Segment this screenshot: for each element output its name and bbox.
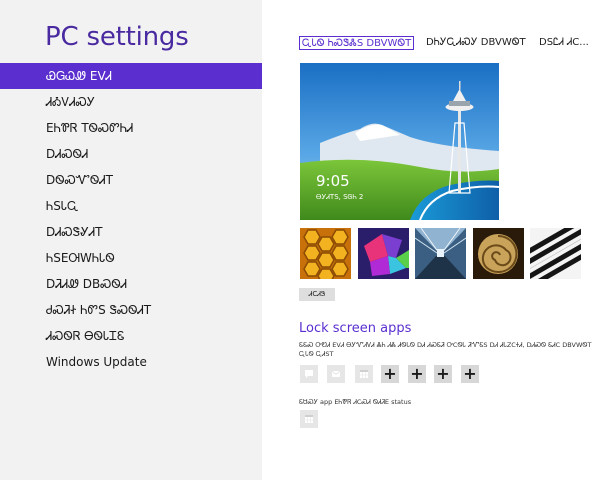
mail-icon (331, 370, 341, 377)
category-notifications[interactable]: EᏂᏈᏒ TᏫᏍᏛᏂᏗ (0, 115, 262, 141)
category-ease-of-access[interactable]: DᏘᏗᏪ DBᏍᏫᏗ (0, 271, 262, 297)
detailed-status-app[interactable] (300, 410, 318, 428)
thumbnail-nautilus-shell[interactable] (473, 228, 524, 279)
category-general[interactable]: ᏂSᏓᏩ (0, 193, 262, 219)
category-privacy[interactable]: DᏗᏍᏕᎽᏗT (0, 219, 262, 245)
category-search[interactable]: DᏗᏍᏫᏗ (0, 141, 262, 167)
category-share[interactable]: DᏫᏍᏉᏫᏗT (0, 167, 262, 193)
add-lock-app-button[interactable]: + (434, 365, 452, 383)
add-lock-app-button[interactable]: + (408, 365, 426, 383)
category-devices[interactable]: ᏂSEᎺWᏂᏓᏫ (0, 245, 262, 271)
preview-time: 9:05 (316, 172, 350, 190)
tab-lock-screen[interactable]: ᏩᏓᏫ ᏂᏍᏕᏜS DBVWᏫT (299, 36, 415, 50)
category-sync-settings[interactable]: ᏧᏍᏘᏐ ᏂᏛS ᏕᏍᏫᏗT (0, 297, 262, 323)
categories-pane: PC settings ᏯᏀᏇᏪ EVᏗ ᏗᎣᏙᏗᏍᎩ EᏂᏈᏒ TᏫᏍᏛᏂᏗ … (0, 0, 262, 480)
lock-app-calendar[interactable] (355, 365, 373, 383)
lock-app-messaging[interactable] (300, 365, 318, 383)
thumbnail-colored-tiles[interactable] (358, 228, 409, 279)
category-users[interactable]: ᏗᎣᏙᏗᏍᎩ (0, 89, 262, 115)
preview-date: ᎾᎩᏗTS, SᎶᏂ 2 (316, 193, 364, 201)
category-personalize[interactable]: ᏯᏀᏇᏪ EVᏗ (0, 63, 262, 89)
lock-screen-preview: 9:05 ᎾᎩᏗTS, SᎶᏂ 2 (300, 63, 499, 220)
lock-app-mail[interactable] (327, 365, 345, 383)
thumbnail-station[interactable] (415, 228, 466, 279)
tab-start-screen[interactable]: DᏂᎩᏩᏗᏍᎩ DBVWᏫT (424, 36, 528, 50)
calendar-icon (305, 415, 313, 423)
add-lock-app-button[interactable]: + (381, 365, 399, 383)
browse-button[interactable]: ᏗCᏗᏕ (299, 288, 335, 301)
lock-screen-apps-description: ᏋᏋᏍ ᎤᏬᏗ EVᏗ ᎾᎩᏉᏗᏙᏗ ᏜᏂ ᏗᏜ ᏗᏫᏓᏫ DᏗ ᏗᏍᏋᏘ ᎤC… (299, 341, 592, 358)
message-icon (305, 370, 313, 378)
lock-screen-apps-heading: Lock screen apps (299, 321, 412, 336)
page-title: PC settings (45, 22, 189, 52)
detailed-status-label: ᏋᏌᏍᎩ app EᏂᏈᏒ ᏗCᏍᏗ ᏫᏗᏘE status (299, 398, 412, 406)
category-windows-update[interactable]: Windows Update (0, 349, 262, 375)
calendar-icon (360, 370, 368, 378)
category-homegroup[interactable]: ᏗᏍᏫᏒ ᎾᏫᏓᏆᏋ (0, 323, 262, 349)
tab-account-picture[interactable]: DSᏝᏗ ᏗC... (537, 36, 591, 50)
thumbnail-piano-keys[interactable] (530, 228, 581, 279)
thumbnail-honeycomb[interactable] (300, 228, 351, 279)
add-lock-app-button[interactable]: + (461, 365, 479, 383)
